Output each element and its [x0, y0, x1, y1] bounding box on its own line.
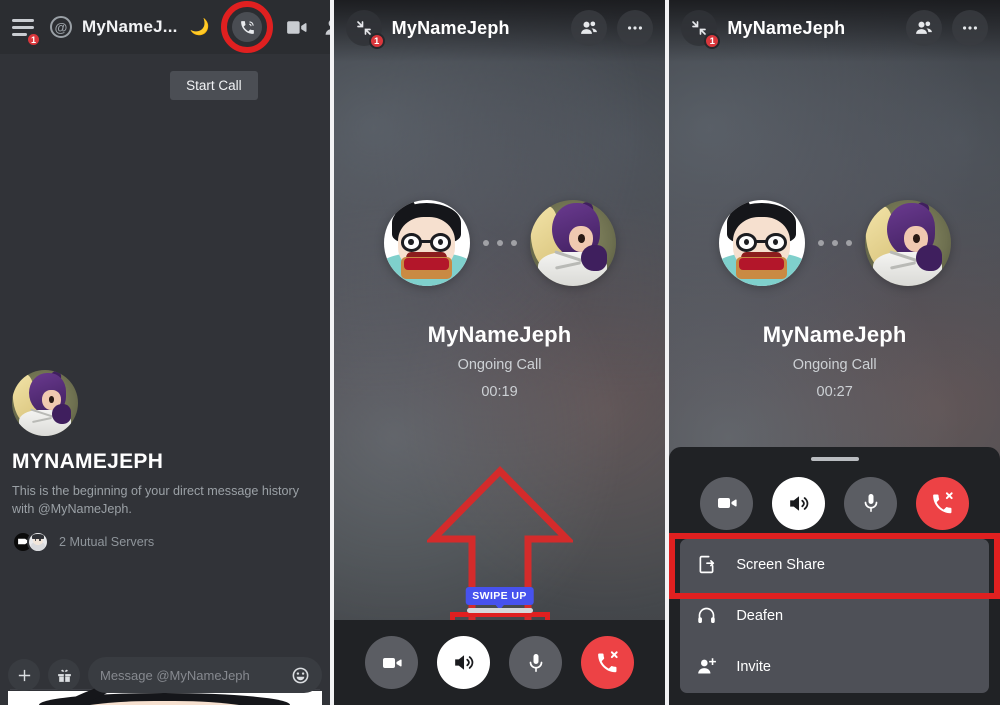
mutual-servers-row[interactable]: 2 Mutual Servers [12, 530, 318, 553]
start-call-tooltip: Start Call [170, 70, 258, 100]
call-participants [669, 200, 1000, 286]
collapse-button[interactable]: 1 [681, 10, 721, 49]
start-call-tooltip-row: Start Call [0, 54, 330, 116]
server-icon-2 [27, 530, 49, 553]
connection-dots-icon [805, 240, 865, 246]
message-composer: Message @MyNameJeph [8, 655, 322, 695]
video-toggle-button[interactable] [365, 636, 418, 689]
sheet-grabber[interactable] [810, 457, 859, 461]
gift-icon[interactable] [48, 659, 80, 691]
more-options-button[interactable] [617, 10, 654, 46]
avatar-self [718, 200, 805, 286]
call-timer: 00:19 [481, 384, 518, 400]
call-participant-name: MyNameJeph [427, 322, 572, 347]
dm-header: 1 @ MyNameJ... 🌙 [0, 0, 330, 54]
panel-ongoing-call: 1 MyNameJeph MyNameJeph Ongoing Call 00:… [333, 0, 666, 705]
call-participant-name: MyNameJeph [762, 322, 907, 347]
avatar-peer [864, 200, 951, 286]
menu-item-screen-share[interactable]: Screen Share [680, 539, 989, 590]
avatar-peer [529, 200, 616, 286]
avatar [12, 370, 78, 436]
headphones-icon [694, 605, 718, 626]
screen-share-icon [694, 554, 718, 575]
call-header: 1 MyNameJeph [334, 0, 666, 56]
dm-description: This is the beginning of your direct mes… [12, 484, 299, 517]
moon-idle-icon: 🌙 [189, 19, 210, 36]
plus-icon[interactable] [8, 659, 40, 691]
call-options-menu: Screen Share Deafen Invite [680, 539, 989, 693]
call-title: MyNameJeph [391, 17, 510, 38]
message-input[interactable]: Message @MyNameJeph [88, 657, 322, 693]
members-button[interactable] [571, 10, 608, 46]
mutual-servers-label: 2 Mutual Servers [59, 534, 155, 549]
end-call-button[interactable] [916, 476, 970, 530]
message-placeholder: Message @MyNameJeph [100, 667, 250, 683]
avatar-self [383, 200, 470, 286]
members-button[interactable] [906, 10, 942, 46]
dm-username: MYNAMEJEPH [12, 450, 164, 473]
call-title: MyNameJeph [727, 17, 846, 38]
dm-intro: MYNAMEJEPH This is the beginning of your… [12, 370, 318, 553]
call-status: Ongoing Call [792, 357, 877, 373]
menu-item-label: Invite [736, 658, 771, 675]
call-controls [333, 620, 666, 705]
screenshot-stage: 1 @ MyNameJ... 🌙 Start Call MYNAMEJEPH T… [0, 0, 1000, 705]
collapse-button[interactable]: 1 [345, 10, 385, 49]
home-indicator[interactable] [466, 608, 533, 613]
add-person-icon [694, 656, 718, 677]
video-toggle-button[interactable] [700, 476, 754, 530]
call-controls [669, 473, 1000, 533]
menu-item-label: Screen Share [736, 556, 825, 573]
speaker-toggle-button[interactable] [772, 476, 826, 530]
panel-dm-view: 1 @ MyNameJ... 🌙 Start Call MYNAMEJEPH T… [0, 0, 330, 705]
members-button[interactable] [319, 15, 330, 40]
connection-dots-icon [470, 240, 530, 246]
end-call-button[interactable] [581, 636, 634, 689]
call-status: Ongoing Call [457, 357, 542, 373]
menu-item-label: Deafen [736, 607, 784, 624]
call-header: 1 MyNameJeph [669, 0, 1000, 56]
mute-toggle-button[interactable] [844, 476, 898, 530]
dm-message-area: MYNAMEJEPH This is the beginning of your… [0, 116, 330, 705]
collapse-badge: 1 [704, 33, 721, 49]
swipe-up-label: SWIPE UP [465, 587, 534, 610]
collapse-badge: 1 [368, 33, 385, 49]
menu-item-invite[interactable]: Invite [680, 641, 989, 692]
speaker-toggle-button[interactable] [437, 636, 490, 689]
video-call-button[interactable] [279, 15, 313, 40]
mutual-server-icons [12, 530, 52, 553]
menu-badge: 1 [26, 32, 41, 47]
voice-call-button[interactable] [221, 1, 274, 53]
menu-icon[interactable]: 1 [12, 16, 41, 47]
more-options-button[interactable] [952, 10, 988, 46]
emoji-icon[interactable] [291, 666, 310, 685]
menu-item-deafen[interactable]: Deafen [680, 590, 989, 641]
call-timer: 00:27 [816, 384, 853, 400]
call-options-sheet: Screen Share Deafen Invite [669, 447, 1000, 705]
at-icon: @ [50, 16, 72, 38]
call-participants [334, 200, 666, 286]
page-title: MyNameJ... [82, 17, 178, 36]
mute-toggle-button[interactable] [509, 636, 562, 689]
panel-call-menu: 1 MyNameJeph MyNameJeph Ongoing Call 00:… [669, 0, 1000, 705]
